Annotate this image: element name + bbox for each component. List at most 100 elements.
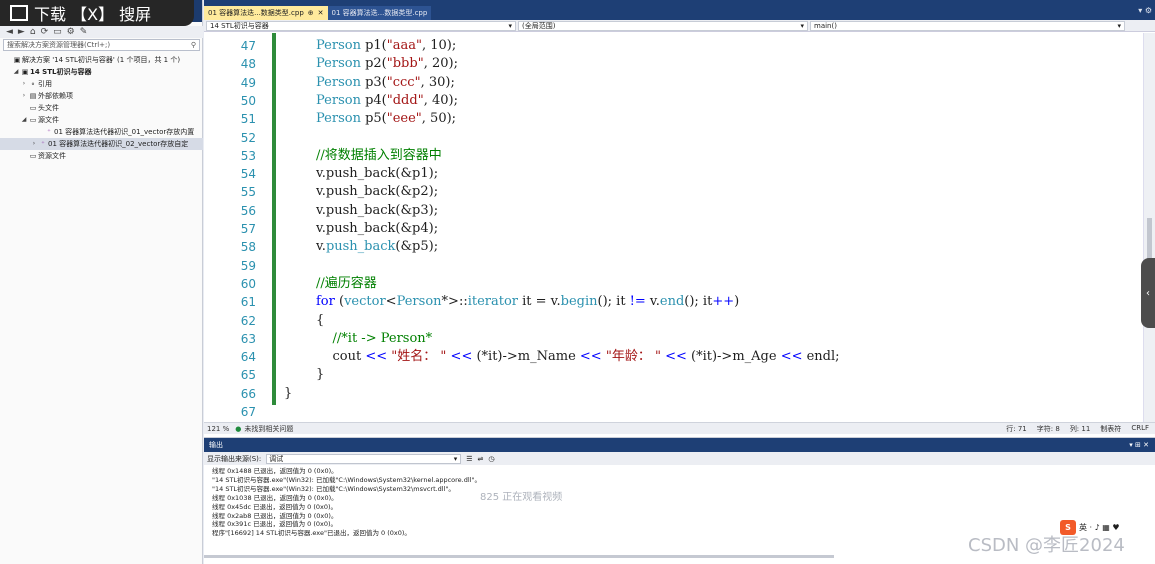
clock-icon[interactable]: ◷ [488, 455, 494, 463]
issues-text[interactable]: 未找到相关问题 [244, 424, 293, 434]
code-line[interactable]: 49 Person p3("ccc", 30); [204, 74, 1144, 92]
line-number: 66 [240, 386, 256, 401]
code-editor[interactable]: 47 Person p1("aaa", 10); 48 Person p2("bbb"… [204, 33, 1155, 422]
scope-dropdown[interactable]: (全局范围) ▾ [518, 20, 808, 31]
download-overlay-bar[interactable]: 下载 【X】 搜屏 [0, 0, 194, 26]
code-text: v.push_back(&p4); [316, 221, 439, 236]
project-dropdown[interactable]: 14 STL初识与容器 ▾ [206, 20, 516, 31]
code-line[interactable]: 60 //遍历容器 [204, 275, 1144, 293]
chevron-right-icon[interactable]: › [20, 78, 28, 90]
line-number: 58 [240, 240, 256, 255]
code-line[interactable]: 62 { [204, 312, 1144, 330]
tab-menu-icon[interactable]: ▾ ⚙ [1138, 6, 1155, 15]
expand-icon[interactable]: ◢ [12, 66, 20, 78]
collapse-icon[interactable]: ▭ [53, 27, 62, 37]
line-number: 60 [240, 276, 256, 291]
line-number: 65 [240, 368, 256, 383]
solution-tree: ▣ 解决方案 '14 STL初识与容器' (1 个项目，共 1 个) ◢ ▣ 14 S… [0, 54, 203, 162]
pin-icon[interactable]: ⊕ [308, 9, 314, 17]
side-panel-handle[interactable]: ‹ [1141, 258, 1155, 328]
code-line[interactable]: 67 [204, 403, 1144, 421]
properties-icon[interactable]: ✎ [80, 27, 88, 37]
tree-item-sources[interactable]: ◢ ▭ 源文件 [0, 114, 203, 126]
code-line[interactable]: 65} [204, 366, 1144, 384]
code-text: //将数据插入到容器中 [316, 147, 442, 163]
code-text: } [284, 385, 293, 401]
chevron-down-icon: ▾ [800, 21, 804, 30]
viewer-watermark: 825 正在观看视频 [480, 492, 563, 503]
tree-item-project[interactable]: ◢ ▣ 14 STL初识与容器 [0, 66, 203, 78]
code-text: Person p5("eee", 50); [316, 111, 457, 127]
sync-icon[interactable]: ⟳ [41, 27, 49, 37]
code-line[interactable]: 63 //*it -> Person* [204, 330, 1144, 348]
zoom-level[interactable]: 121 % [204, 425, 229, 433]
chevron-right-icon[interactable]: › [30, 138, 38, 150]
code-text: Person p1("aaa", 10); [316, 38, 457, 53]
code-text: v.push_back(&p2); [316, 184, 439, 200]
line-number: 52 [240, 130, 256, 145]
code-line[interactable]: 56 v.push_back(&p3); [204, 202, 1144, 220]
expand-icon[interactable]: ◢ [20, 114, 28, 126]
solution-search-input[interactable]: 搜索解决方案资源管理器(Ctrl+;) ⚲ [3, 39, 200, 51]
line-number: 56 [240, 203, 256, 218]
tree-item-headers[interactable]: ▭ 头文件 [0, 102, 203, 114]
code-text: //*it -> Person* [332, 330, 433, 346]
vertical-scrollbar[interactable] [1143, 33, 1155, 422]
output-source-dropdown[interactable]: 调试 ▾ [266, 453, 462, 464]
cpp-file-icon: ⁺ [41, 140, 45, 148]
forward-icon[interactable]: ► [18, 27, 25, 37]
close-icon[interactable]: ✕ [318, 9, 324, 17]
code-line[interactable]: 57 v.push_back(&p4); [204, 220, 1144, 238]
clear-icon[interactable]: ☰ [466, 455, 472, 463]
home-icon[interactable]: ⌂ [30, 27, 36, 37]
tab-active-file[interactable]: 01 容器算法迭...数据类型.cpp ⊕ ✕ [204, 6, 328, 20]
code-line[interactable]: 53 //将数据插入到容器中 [204, 147, 1144, 165]
tree-item-references[interactable]: › ∘ 引用 [0, 78, 203, 90]
code-line[interactable]: 50 Person p4("ddd", 40); [204, 92, 1144, 110]
back-icon[interactable]: ◄ [6, 27, 13, 37]
document-tabs: 01 容器算法迭...数据类型.cpp ⊕ ✕ 01 容器算法迭...数据类型.cp… [204, 0, 1155, 20]
eol-indicator[interactable]: CRLF [1131, 424, 1149, 434]
code-line[interactable]: 48 Person p2("bbb", 20); [204, 55, 1144, 73]
tree-item-resources[interactable]: ▭ 资源文件 [0, 150, 203, 162]
chevron-right-icon[interactable]: › [20, 90, 28, 102]
tree-item-external-deps[interactable]: › ▤ 外部依赖项 [0, 90, 203, 102]
tabs-indicator[interactable]: 制表符 [1100, 424, 1121, 434]
code-line[interactable]: 64 cout << "姓名： " << (*it)->m_Name << "年… [204, 348, 1144, 366]
code-line[interactable]: 61 for (vector<Person*>::iterator it = v.… [204, 293, 1144, 311]
line-number: 67 [240, 405, 256, 419]
code-line[interactable]: 51 Person p5("eee", 50); [204, 110, 1144, 128]
project-icon: ▣ [21, 68, 29, 76]
tree-item-solution[interactable]: ▣ 解决方案 '14 STL初识与容器' (1 个项目，共 1 个) [0, 54, 203, 66]
function-dropdown[interactable]: main() ▾ [810, 20, 1125, 31]
tree-item-file-01[interactable]: ⁺ 01 容器算法迭代器初识_01_vector存放内置 [0, 126, 203, 138]
code-line[interactable]: 66} [204, 385, 1144, 403]
references-icon: ∘ [30, 80, 36, 88]
code-text: { [316, 312, 325, 328]
line-number: 61 [240, 295, 256, 310]
line-number: 47 [240, 39, 256, 53]
cpp-file-icon: ⁺ [47, 128, 51, 136]
output-title: 输出 [209, 441, 223, 449]
output-header: 输出 ▾ ⊞ ✕ [204, 438, 1155, 452]
code-line[interactable]: 55 v.push_back(&p2); [204, 183, 1144, 201]
code-line[interactable]: 52 [204, 129, 1144, 147]
code-line[interactable]: 47 Person p1("aaa", 10); [204, 37, 1144, 55]
search-placeholder: 搜索解决方案资源管理器(Ctrl+;) [7, 41, 111, 49]
code-line[interactable]: 54 v.push_back(&p1); [204, 165, 1144, 183]
csdn-watermark: CSDN @李匠2024 [968, 535, 1125, 556]
settings-icon[interactable]: ⚙ [67, 27, 75, 37]
tree-item-file-02[interactable]: › ⁺ 01 容器算法迭代器初识_02_vector存放自定 [0, 138, 203, 150]
wrap-icon[interactable]: ⇌ [478, 455, 484, 463]
editor-status-bar: 121 % ● 未找到相关问题 行: 71 字符: 8 列: 11 制表符 CR… [204, 422, 1155, 434]
panel-controls-icon[interactable]: ▾ ⊞ ✕ [1129, 441, 1155, 449]
code-text: Person p3("ccc", 30); [316, 74, 455, 90]
code-text: } [316, 367, 325, 383]
output-hscroll[interactable] [204, 555, 834, 558]
code-line[interactable]: 58 v.push_back(&p5); [204, 238, 1144, 256]
line-number: 62 [240, 313, 256, 328]
tab-other-file[interactable]: 01 容器算法迭...数据类型.cpp [327, 6, 432, 20]
code-line[interactable]: 59 [204, 257, 1144, 275]
ide-window: 下载 【X】 搜屏 ◄ ► ⌂ ⟳ ▭ ⚙ ✎ 搜索解决方案资源管理器(Ctrl… [0, 0, 1155, 564]
output-log[interactable]: 线程 0x1488 已退出，返回值为 0 (0x0)。 "14 STL初识与容器… [204, 465, 1155, 538]
